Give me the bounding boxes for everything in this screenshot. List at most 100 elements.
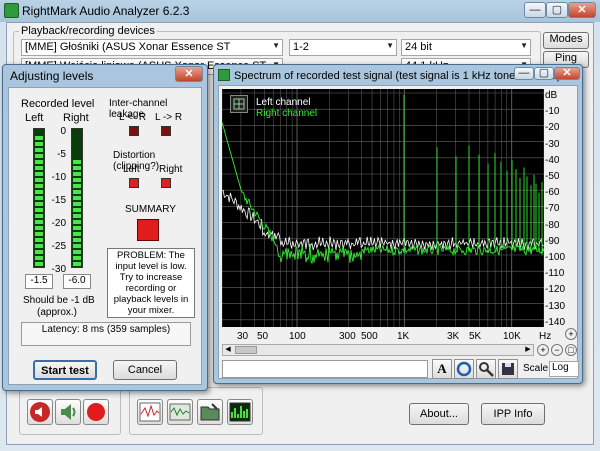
legend-right-channel: Right channel [256, 108, 318, 119]
meter-segment [35, 226, 43, 230]
db-axis-label: -90 [545, 235, 560, 247]
spectrum-minimize-button[interactable]: — [514, 67, 534, 80]
meter-scale-label: -25 [51, 241, 66, 252]
meter-segment [73, 202, 81, 206]
meter-segment [73, 196, 81, 200]
db-axis-label: -70 [545, 203, 560, 215]
freq-axis-label: 100 [289, 331, 306, 342]
speaker-icon [61, 404, 76, 420]
about-button[interactable]: About... [409, 403, 469, 425]
db-axis-label: -50 [545, 171, 560, 182]
db-axis-label: dB [545, 90, 558, 101]
meter-segment [35, 190, 43, 194]
frequency-response-icon [139, 402, 161, 422]
status-field [222, 360, 428, 378]
ipp-info-button[interactable]: IPP Info [481, 403, 545, 425]
devices-group-label: Playback/recording devices [19, 25, 157, 37]
horizontal-scrollbar[interactable]: ◀ ▶ [222, 344, 534, 356]
close-button[interactable]: ✕ [568, 2, 596, 18]
meter-segment [35, 172, 43, 176]
spectrum-window-icon [218, 69, 230, 81]
channels-select[interactable]: 1-2 ▼ [289, 39, 397, 56]
db-axis-label: -60 [545, 187, 560, 199]
spectrum-title: Spectrum of recorded test signal (test s… [234, 70, 561, 82]
record-button[interactable] [83, 399, 109, 425]
db-axis-label: -130 [545, 300, 566, 312]
app-icon [4, 3, 19, 18]
magnifier-icon[interactable] [476, 359, 496, 379]
leak-l-from-r-label: L <- R [119, 112, 147, 123]
dist-left-indicator [129, 178, 139, 188]
dist-left-label: Left [123, 164, 140, 175]
font-icon[interactable]: A [432, 359, 452, 379]
db-axis-label: -110 [545, 268, 565, 280]
spectrum-maximize-button[interactable]: ▢ [534, 67, 554, 80]
freq-axis-label: 300 [339, 331, 356, 342]
leak-l-to-r-label: L -> R [155, 112, 183, 123]
spectrum-window: Spectrum of recorded test signal (test s… [213, 64, 583, 384]
modes-button[interactable]: Modes [543, 32, 589, 49]
start-test-button[interactable]: Start test [33, 360, 97, 380]
zoom-in-icon[interactable]: + [537, 344, 549, 356]
meter-segment [35, 154, 43, 158]
spectrum-icon [229, 402, 251, 422]
chevron-down-icon: ▼ [386, 41, 394, 50]
right-meter-label: Right [63, 112, 89, 124]
meter-scale-label: 0 [60, 126, 66, 137]
frequency-response-button[interactable] [137, 399, 163, 425]
meter-segment [73, 214, 81, 218]
waveform-button[interactable] [167, 399, 193, 425]
scale-select[interactable]: Log [549, 361, 579, 377]
cancel-button[interactable]: Cancel [113, 360, 177, 380]
problem-message: PROBLEM: The input level is low. Try to … [107, 248, 195, 318]
db-axis-label: -80 [545, 219, 560, 231]
left-level-value: -1.5 [25, 274, 53, 289]
dialog-title: Adjusting levels [10, 69, 94, 83]
meter-segment [73, 190, 81, 194]
meter-segment [35, 136, 43, 140]
refresh-icon[interactable] [454, 359, 474, 379]
bit-depth-value: 24 bit [405, 41, 432, 53]
playback-device-select[interactable]: [MME] Głośniki (ASUS Xonar Essence ST ▼ [21, 39, 283, 56]
save-icon[interactable] [498, 359, 518, 379]
meter-segment [73, 220, 81, 224]
bit-depth-select[interactable]: 24 bit ▼ [401, 39, 531, 56]
maximize-button[interactable]: ▢ [546, 2, 568, 18]
zoom-in-icon[interactable]: + [565, 328, 577, 340]
meter-segment [73, 256, 81, 260]
meter-segment [35, 202, 43, 206]
db-axis-label: -140 [545, 316, 566, 328]
meter-segment [35, 262, 43, 266]
speaker-button[interactable] [55, 399, 81, 425]
minimize-button[interactable]: — [524, 2, 546, 18]
chevron-down-icon: ▼ [520, 41, 528, 50]
channels-value: 1-2 [293, 41, 309, 53]
meter-segment [35, 196, 43, 200]
scrollbar-thumb[interactable] [235, 346, 257, 354]
db-axis-label: -30 [545, 138, 560, 150]
speaker-mute-button[interactable] [27, 399, 53, 425]
spectrum-button[interactable] [227, 399, 253, 425]
meter-segment [35, 208, 43, 212]
dialog-close-button[interactable]: ✕ [175, 66, 203, 82]
speaker-mute-icon [30, 402, 50, 422]
leak-left-indicator [129, 126, 139, 136]
grid-toggle-icon[interactable] [230, 95, 248, 113]
left-level-meter [33, 128, 45, 268]
meter-segment [73, 262, 81, 266]
meter-segment [73, 184, 81, 188]
db-axis-label: -40 [545, 154, 560, 166]
meter-segment [73, 208, 81, 212]
freq-axis-label: Hz [539, 331, 552, 342]
meter-scale-label: -5 [57, 149, 66, 160]
zoom-reset-icon[interactable]: □ [565, 344, 577, 356]
zoom-out-icon[interactable]: − [551, 344, 563, 356]
meter-segment [73, 172, 81, 176]
scroll-left-icon[interactable]: ◀ [223, 345, 233, 355]
meter-scale-label: -20 [51, 218, 66, 229]
open-file-button[interactable] [197, 399, 223, 425]
summary-label: SUMMARY [125, 204, 176, 215]
playback-device-value: [MME] Głośniki (ASUS Xonar Essence ST [25, 41, 231, 53]
spectrum-close-button[interactable]: ✕ [554, 67, 580, 80]
scroll-right-icon[interactable]: ▶ [523, 345, 533, 355]
